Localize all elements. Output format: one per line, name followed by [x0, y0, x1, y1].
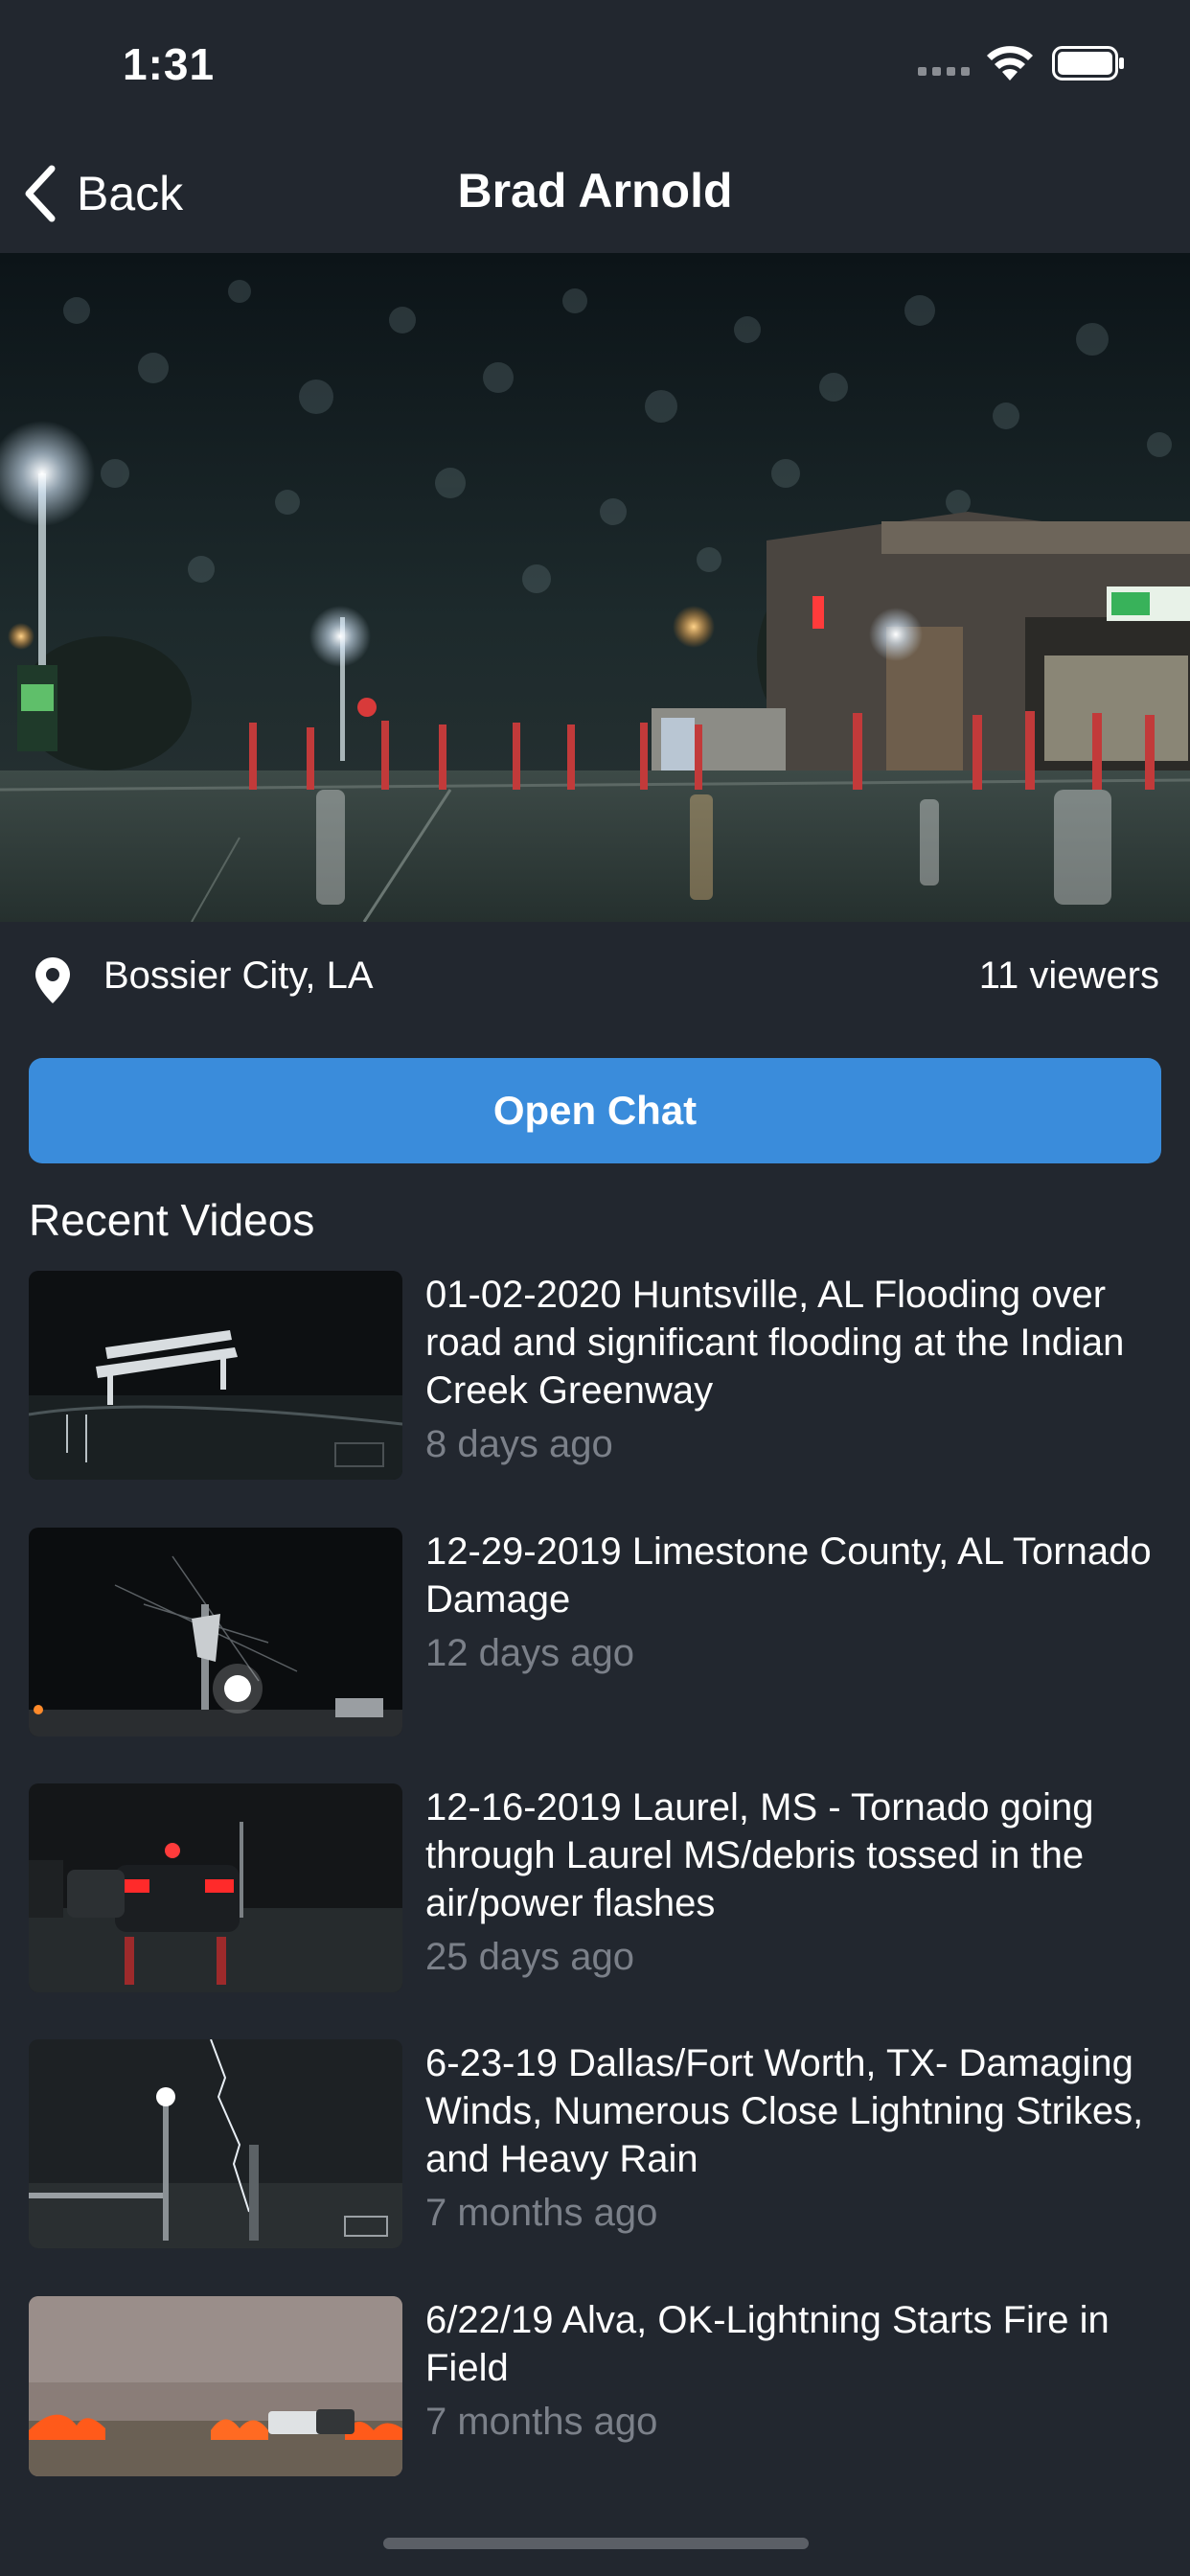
viewer-count: 11 viewers: [978, 954, 1159, 997]
video-thumbnail: [29, 2039, 402, 2248]
stream-video-frame: [0, 253, 1190, 922]
location-text: Bossier City, LA: [103, 954, 374, 997]
home-indicator: [383, 2538, 809, 2549]
status-bar: 1:31: [0, 0, 1190, 134]
video-title: 6/22/19 Alva, OK-Lightning Starts Fire i…: [425, 2296, 1190, 2446]
video-list-item[interactable]: 6/22/19 Alva, OK-Lightning Starts Fire i…: [29, 2296, 1169, 2507]
video-list-item[interactable]: 12-16-2019 Laurel, MS - Tornado going th…: [29, 1783, 1169, 1994]
recent-videos-heading: Recent Videos: [29, 1195, 315, 1245]
video-title-text: 6-23-19 Dallas/Fort Worth, TX- Damaging …: [425, 2042, 1144, 2180]
video-thumbnail: [29, 2296, 402, 2476]
navigation-bar: Back Brad Arnold: [0, 134, 1190, 253]
location-pin-icon: [35, 957, 70, 1003]
video-title-text: 12-16-2019 Laurel, MS - Tornado going th…: [425, 1786, 1094, 1924]
video-age: 7 months ago: [425, 2192, 658, 2234]
open-chat-button[interactable]: Open Chat: [29, 1058, 1161, 1163]
video-list-item[interactable]: 6-23-19 Dallas/Fort Worth, TX- Damaging …: [29, 2039, 1169, 2250]
status-time: 1:31: [123, 39, 216, 89]
video-title-text: 12-29-2019 Limestone County, AL Tornado …: [425, 1530, 1152, 1621]
video-title-text: 01-02-2020 Huntsville, AL Flooding over …: [425, 1274, 1125, 1412]
video-title: 12-29-2019 Limestone County, AL Tornado …: [425, 1528, 1190, 1677]
video-thumbnail: [29, 1271, 402, 1480]
live-stream-player[interactable]: [0, 253, 1190, 922]
page-title: Brad Arnold: [457, 164, 733, 218]
video-age: 12 days ago: [425, 1632, 634, 1674]
video-title-text: 6/22/19 Alva, OK-Lightning Starts Fire i…: [425, 2299, 1110, 2389]
stream-info-row: Bossier City, LA 11 viewers: [0, 922, 1190, 1029]
app-screen: 1:31 Back Brad Arnold Bossier City, LA 1…: [0, 0, 1190, 2576]
cellular-signal-icon: [918, 67, 970, 76]
battery-icon: [1052, 46, 1124, 80]
video-age: 25 days ago: [425, 1936, 634, 1978]
video-title: 12-16-2019 Laurel, MS - Tornado going th…: [425, 1783, 1190, 1981]
video-list-item[interactable]: 01-02-2020 Huntsville, AL Flooding over …: [29, 1271, 1169, 1482]
wifi-icon: [987, 46, 1033, 80]
video-age: 7 months ago: [425, 2401, 658, 2443]
video-thumbnail: [29, 1528, 402, 1736]
video-thumbnail: [29, 1783, 402, 1992]
video-title: 01-02-2020 Huntsville, AL Flooding over …: [425, 1271, 1190, 1468]
video-age: 8 days ago: [425, 1423, 613, 1465]
video-list-item[interactable]: 12-29-2019 Limestone County, AL Tornado …: [29, 1528, 1169, 1738]
video-title: 6-23-19 Dallas/Fort Worth, TX- Damaging …: [425, 2039, 1190, 2237]
